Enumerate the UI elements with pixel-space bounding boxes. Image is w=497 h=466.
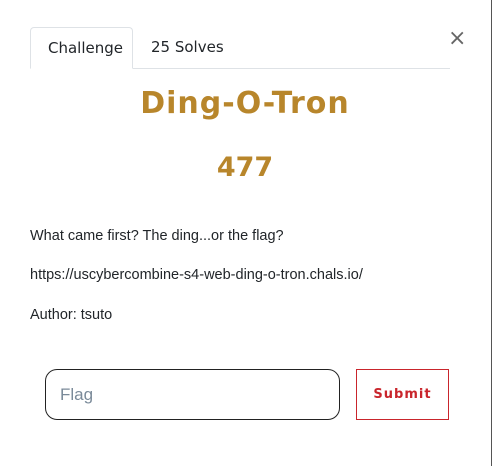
flag-input[interactable]	[45, 369, 340, 420]
tab-solves[interactable]: 25 Solves	[134, 27, 241, 68]
tab-bar: Challenge 25 Solves	[30, 27, 450, 69]
challenge-url: https://uscybercombine-s4-web-ding-o-tro…	[30, 267, 363, 283]
challenge-author: Author: tsuto	[30, 307, 113, 323]
challenge-points: 477	[216, 152, 274, 183]
challenge-name: Ding-O-Tron	[140, 86, 350, 121]
window-edge	[491, 0, 497, 466]
challenge-description: What came first? The ding...or the flag?	[30, 228, 284, 244]
submit-button[interactable]: Submit	[356, 369, 449, 420]
tab-challenge[interactable]: Challenge	[30, 27, 133, 69]
close-icon[interactable]: ×	[448, 28, 466, 50]
